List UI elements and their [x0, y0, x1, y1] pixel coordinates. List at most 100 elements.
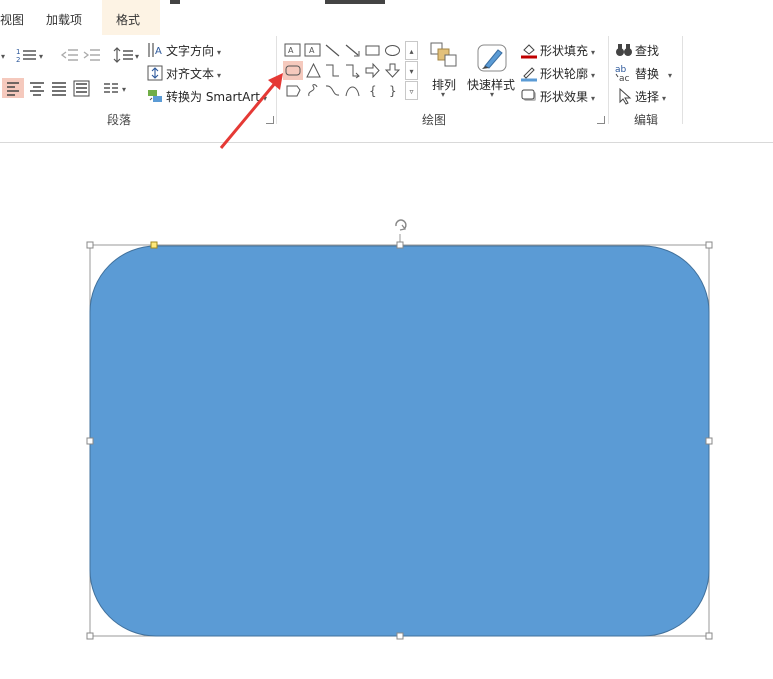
effects-icon	[521, 89, 536, 101]
columns-icon[interactable]: ▾	[102, 80, 132, 96]
tab-format-label: 格式	[116, 13, 141, 27]
find-button[interactable]: 查找	[635, 42, 659, 59]
resize-handle-bottom-left[interactable]	[86, 632, 94, 640]
align-text-label: 对齐文本	[166, 67, 215, 81]
arrange-icon	[430, 42, 457, 67]
align-text-button[interactable]: 对齐文本 ▾	[166, 65, 221, 82]
align-left-button-active[interactable]	[2, 78, 24, 98]
svg-text:}: }	[389, 84, 397, 98]
chevron-down-icon: ▾	[441, 90, 446, 99]
shape-rounded-rectangle-selected[interactable]	[283, 61, 303, 80]
shape-elbow-arrow-connector-icon[interactable]	[344, 62, 361, 79]
shape-right-arrow-icon[interactable]	[364, 62, 381, 79]
align-left-icon	[7, 82, 19, 96]
chevron-down-icon: ▾	[490, 90, 495, 99]
rotate-handle-icon[interactable]	[395, 219, 407, 245]
pen-icon	[521, 67, 537, 82]
shape-arc-icon[interactable]	[344, 82, 361, 99]
replace-icon: abac	[615, 65, 630, 83]
shape-line-icon[interactable]	[324, 42, 341, 59]
bullets-dropdown-icon[interactable]: ▾	[0, 46, 10, 64]
svg-text:▾: ▾	[39, 52, 43, 61]
resize-handle-bottom-right[interactable]	[705, 632, 713, 640]
chevron-down-icon: ▾	[217, 48, 222, 57]
resize-handle-left[interactable]	[86, 437, 94, 445]
svg-text:▾: ▾	[135, 52, 139, 61]
resize-handle-top[interactable]	[396, 241, 404, 249]
text-direction-icon: A	[148, 43, 162, 57]
shape-rounded-rectangle-icon	[285, 65, 301, 76]
paragraph-dialog-launcher-icon[interactable]	[266, 116, 274, 124]
convert-smartart-label: 转换为 SmartArt	[166, 90, 260, 104]
shape-curve-connector-icon[interactable]	[324, 82, 341, 99]
resize-handle-top-left[interactable]	[86, 241, 94, 249]
svg-text:1: 1	[16, 48, 20, 56]
convert-smartart-button[interactable]: 转换为 SmartArt ▾	[166, 88, 267, 105]
shape-flowchart-icon[interactable]	[285, 82, 302, 99]
group-divider	[608, 36, 609, 124]
align-center-icon[interactable]	[28, 78, 46, 98]
tab-addins[interactable]: 加载项	[46, 11, 82, 28]
select-label: 选择	[635, 90, 660, 104]
ribbon-tabs: 视图 加载项 格式	[0, 0, 773, 35]
shape-elbow-connector-icon[interactable]	[324, 62, 341, 79]
gallery-more-icon[interactable]: ▿	[405, 81, 418, 100]
select-button[interactable]: 选择 ▾	[635, 88, 666, 105]
shape-effects-button[interactable]: 形状效果 ▾	[540, 88, 595, 105]
shape-oval-icon[interactable]	[384, 42, 401, 59]
drawing-dialog-launcher-icon[interactable]	[597, 116, 605, 124]
shapes-gallery[interactable]: A A { }	[283, 40, 419, 100]
shape-left-brace-icon[interactable]: {	[364, 82, 381, 99]
text-direction-label: 文字方向	[166, 44, 215, 58]
ribbon-bottom-border	[0, 142, 773, 143]
svg-text:A: A	[309, 46, 315, 55]
shape-fill-button[interactable]: 形状填充 ▾	[540, 42, 595, 59]
paragraph-group-label: 段落	[107, 113, 132, 127]
shape-textbox-horizontal-icon[interactable]: A	[284, 42, 301, 59]
shape-down-arrow-icon[interactable]	[384, 62, 401, 79]
shape-right-brace-icon[interactable]: }	[384, 82, 401, 99]
align-right-icon[interactable]	[50, 78, 68, 98]
resize-handle-right[interactable]	[705, 437, 713, 445]
svg-text:{: {	[369, 84, 377, 98]
text-direction-button[interactable]: 文字方向 ▾	[166, 42, 221, 59]
resize-handle-bottom[interactable]	[396, 632, 404, 640]
shape-arrow-line-icon[interactable]	[344, 42, 361, 59]
increase-indent-icon[interactable]	[82, 46, 102, 64]
tab-format[interactable]: 格式	[102, 0, 160, 35]
rounded-rectangle-shape[interactable]	[89, 245, 710, 637]
gallery-scroll-up-icon[interactable]: ▴	[405, 41, 418, 60]
justify-icon[interactable]	[72, 78, 92, 98]
smartart-icon	[148, 90, 162, 102]
shape-outline-label: 形状轮廓	[540, 67, 589, 81]
chevron-down-icon: ▾	[217, 71, 222, 80]
resize-handle-top-right[interactable]	[705, 241, 713, 249]
chevron-down-icon: ▾	[662, 94, 667, 103]
shape-triangle-icon[interactable]	[305, 62, 322, 79]
shape-freeform-icon[interactable]	[305, 82, 322, 99]
cursor-icon	[619, 87, 632, 105]
ribbon: 视图 加载项 格式 ▾ 12 ▾ ▾ ▾ A 文字方向 ▾ 对齐文本 ▾ 转换为…	[0, 0, 773, 130]
replace-button[interactable]: 替换 ▾	[635, 65, 672, 82]
quick-styles-icon	[477, 44, 507, 72]
gallery-scroll-down-icon[interactable]: ▾	[405, 61, 418, 80]
shape-outline-button[interactable]: 形状轮廓 ▾	[540, 65, 595, 82]
tab-view[interactable]: 视图	[0, 11, 24, 28]
svg-text:ac: ac	[619, 74, 630, 83]
align-text-icon	[147, 65, 163, 81]
numbering-icon[interactable]: 12 ▾	[16, 46, 48, 64]
editing-group-label: 编辑	[634, 113, 659, 127]
decrease-indent-icon[interactable]	[60, 46, 80, 64]
corner-radius-adjust-handle[interactable]	[150, 241, 158, 249]
svg-text:A: A	[288, 46, 294, 55]
shape-effects-label: 形状效果	[540, 90, 589, 104]
shape-textbox-vertical-icon[interactable]: A	[304, 42, 321, 59]
shape-fill-label: 形状填充	[540, 44, 589, 58]
svg-text:2: 2	[16, 56, 20, 64]
svg-text:A: A	[155, 46, 162, 57]
chevron-down-icon: ▾	[591, 94, 596, 103]
binoculars-icon	[616, 44, 632, 56]
line-spacing-icon[interactable]: ▾	[113, 46, 141, 64]
shape-rectangle-icon[interactable]	[364, 42, 381, 59]
drawing-group-label: 绘图	[422, 113, 447, 127]
